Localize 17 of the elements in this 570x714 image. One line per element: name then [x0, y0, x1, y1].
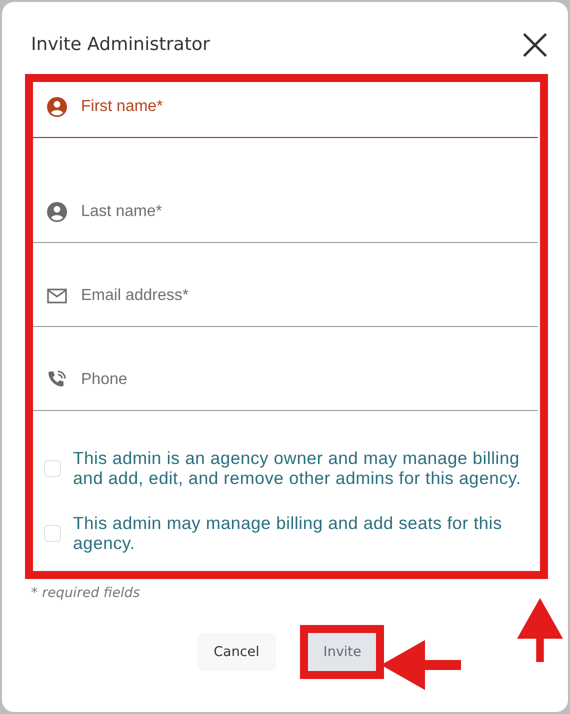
- person-icon: [47, 202, 67, 222]
- text-field[interactable]: Phone: [79, 366, 538, 392]
- text-field[interactable]: First name*: [79, 94, 538, 120]
- checkbox[interactable]: [44, 460, 61, 477]
- person-icon: [47, 96, 67, 116]
- checkbox-label: This admin may manage billing and add seats for this agency.: [73, 514, 504, 553]
- text-field[interactable]: Email address*: [79, 282, 538, 308]
- checkbox-label: This admin is an agency owner and may manage billing and add, edit, and remove other admins for this agency.: [73, 449, 522, 488]
- close-button[interactable]: [522, 32, 548, 58]
- dialog-title: Invite Administrator: [31, 34, 210, 56]
- checkbox[interactable]: [44, 525, 61, 542]
- annotation-arrow: [517, 598, 563, 662]
- text-field[interactable]: Last name*: [79, 198, 538, 224]
- phone-icon: [47, 370, 67, 390]
- cancel-button[interactable]: Cancel: [196, 633, 276, 672]
- required-note: * required fields: [31, 584, 141, 603]
- envelope-icon: [47, 286, 67, 306]
